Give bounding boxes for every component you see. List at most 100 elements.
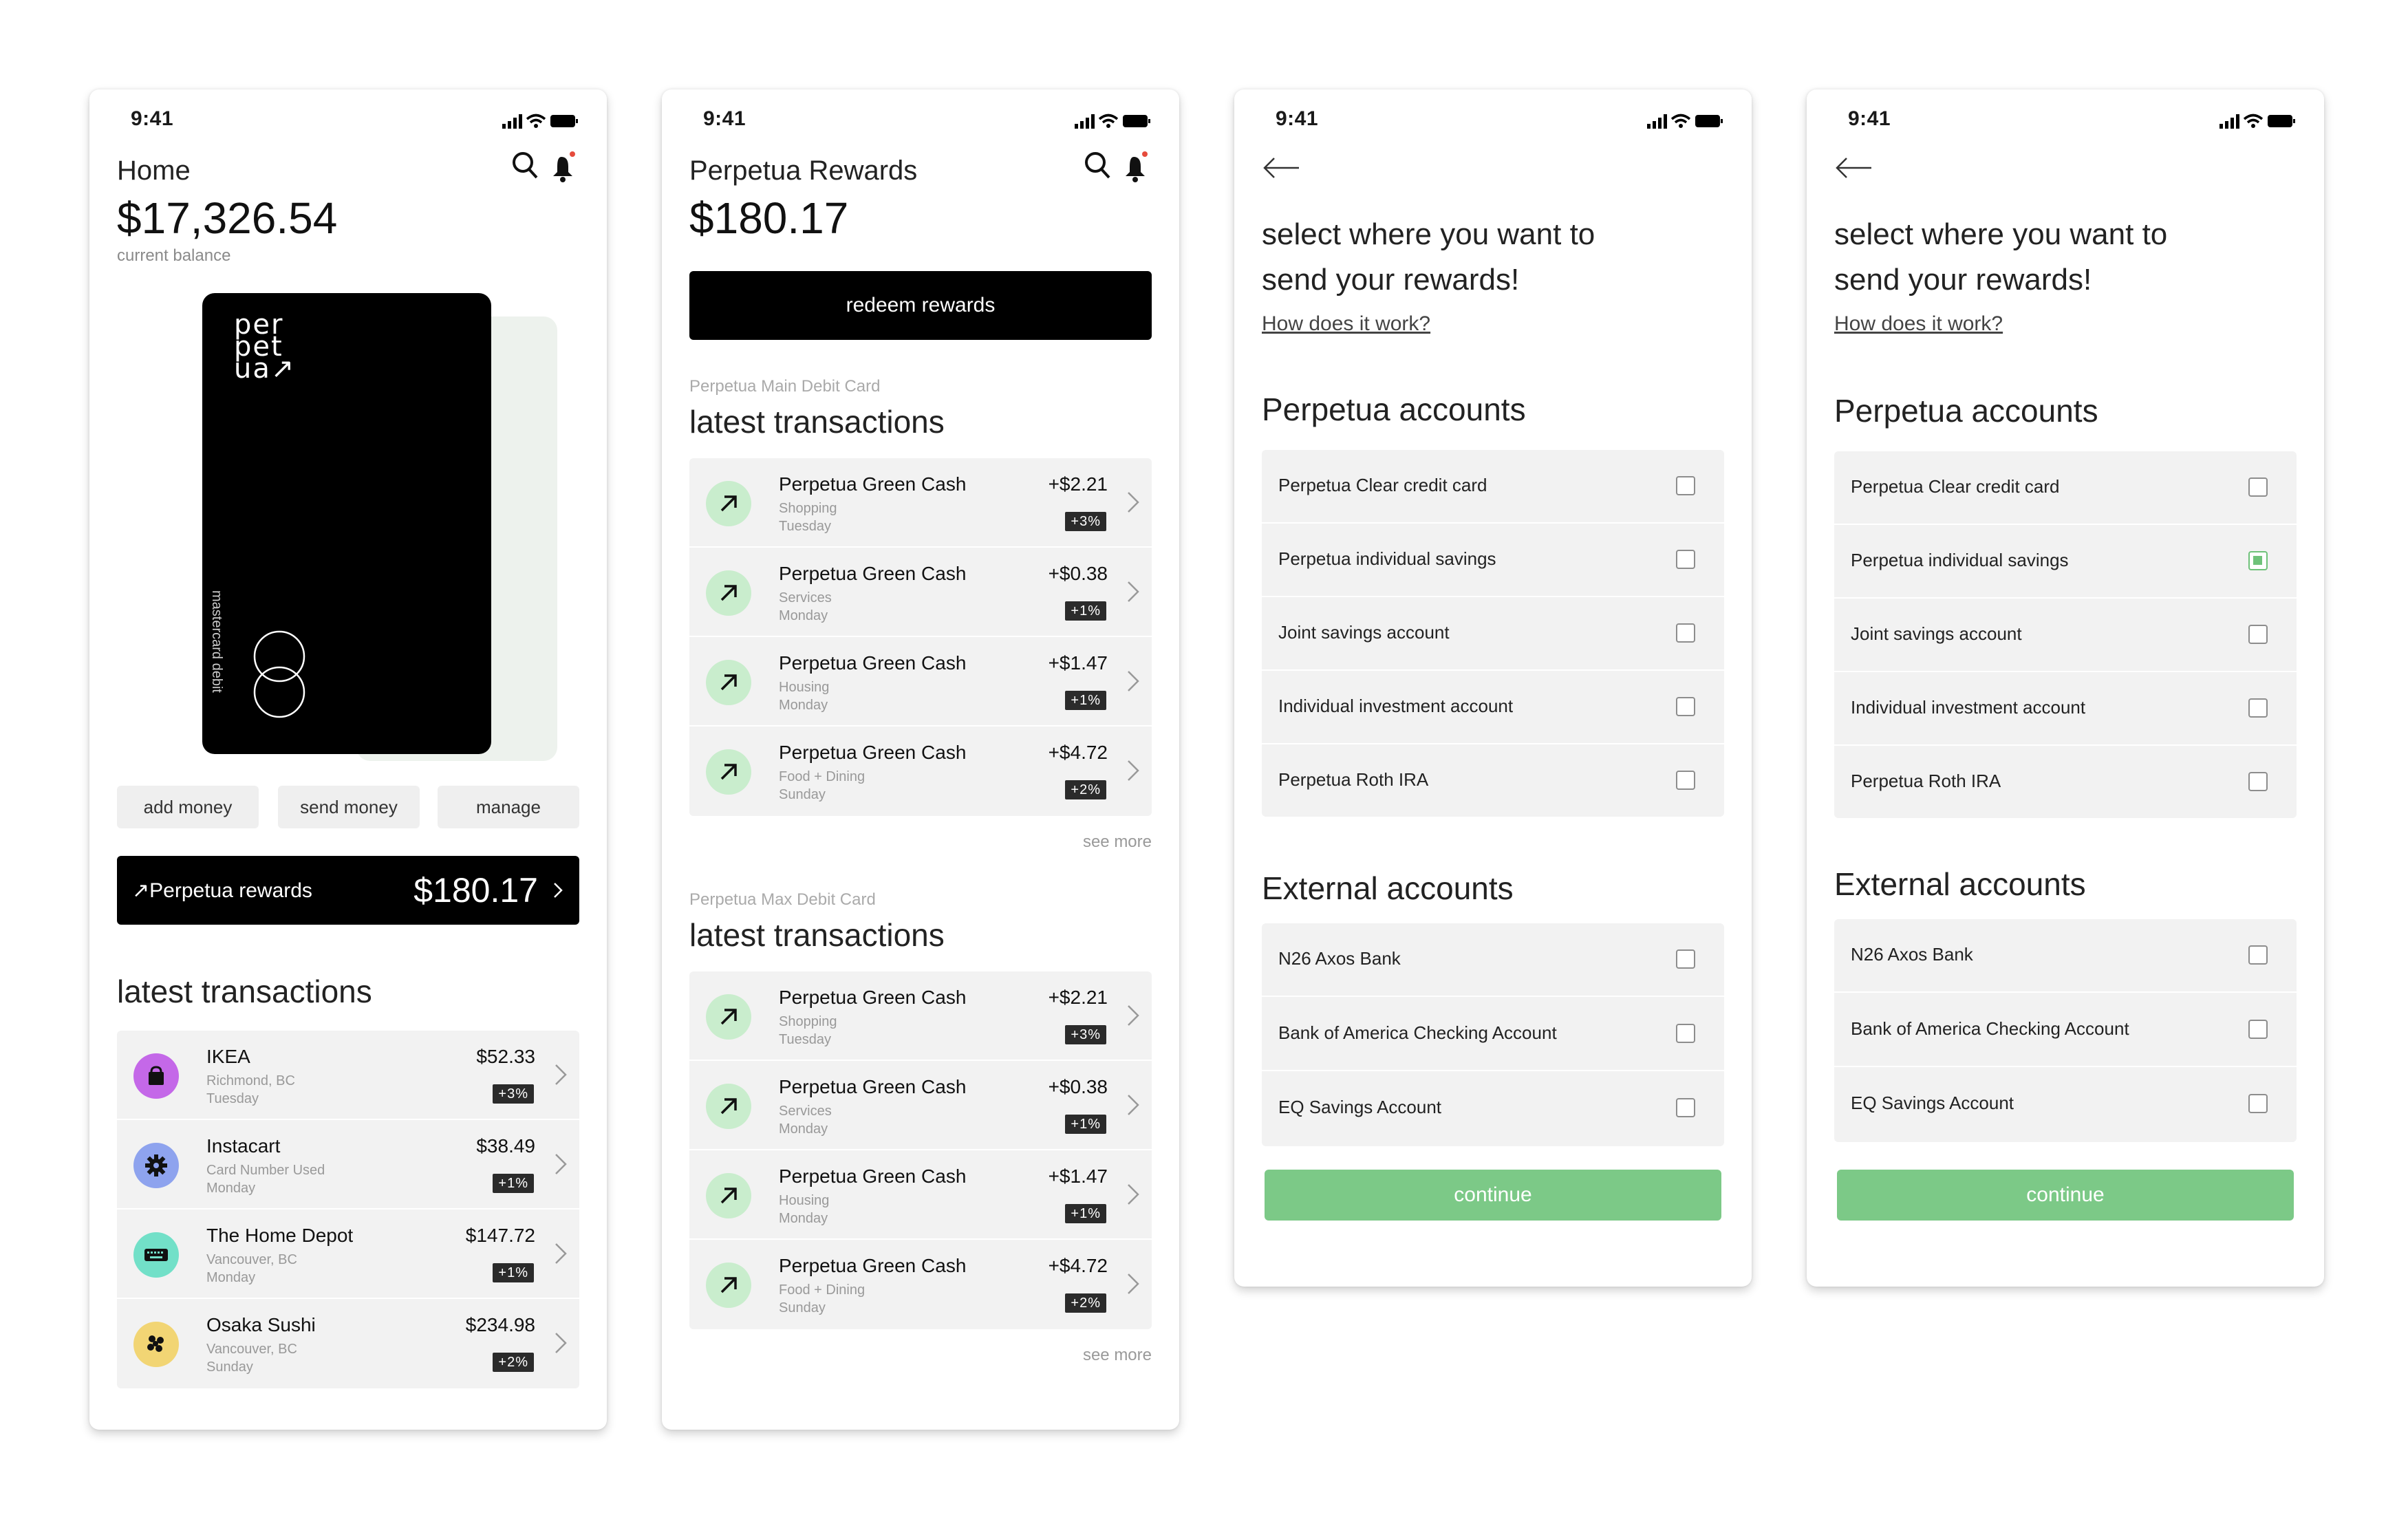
account-checkbox[interactable] [2248,1094,2268,1113]
manage-button[interactable]: manage [438,786,579,828]
transaction-row[interactable]: Osaka Sushi Vancouver, BC Sunday $234.98 … [117,1299,579,1388]
arrow-up-right-icon [706,994,751,1040]
transaction-row[interactable]: Instacart Card Number Used Monday $38.49 … [117,1120,579,1210]
account-label: Perpetua individual savings [1851,550,2069,570]
account-option[interactable]: Perpetua Clear credit card [1834,451,2297,525]
transaction-day: Monday [779,1211,828,1226]
account-option[interactable]: EQ Savings Account [1262,1072,1724,1146]
transaction-amount: +$2.21 [1048,473,1108,495]
transaction-amount: +$0.38 [1048,1076,1108,1097]
how-it-works-link[interactable]: How does it work? [1262,312,1430,336]
see-more-link[interactable]: see more [1083,1346,1152,1365]
transaction-name: Perpetua Green Cash [779,742,967,763]
chevron-right-icon [1128,760,1139,781]
question-line: send your rewards! [1834,263,2092,297]
account-option[interactable]: Individual investment account [1834,672,2297,746]
account-option[interactable]: EQ Savings Account [1834,1068,2297,1141]
reward-transaction-row[interactable]: Perpetua Green Cash Services Monday +$0.3… [689,548,1152,637]
chevron-right-icon [555,1243,567,1264]
account-checkbox[interactable] [2248,945,2268,965]
section-title: latest transactions [689,404,945,440]
account-checkbox-checked[interactable] [2248,551,2268,570]
transaction-category: Shopping [779,501,837,516]
question-line: send your rewards! [1262,263,1520,297]
account-option[interactable]: Joint savings account [1262,597,1724,671]
cashback-badge: +1% [1065,691,1106,710]
transaction-name: Perpetua Green Cash [779,1255,967,1276]
cashback-badge: +3% [493,1084,534,1104]
card-label: Perpetua Main Debit Card [689,377,881,396]
dots-cluster-icon [133,1322,179,1367]
account-checkbox[interactable] [1676,771,1695,790]
perpetua-accounts-list: Perpetua Clear credit card Perpetua indi… [1834,451,2297,818]
send-money-button[interactable]: send money [278,786,420,828]
reward-transaction-row[interactable]: Perpetua Green Cash Shopping Tuesday +$2.… [689,458,1152,548]
transaction-amount: $234.98 [465,1314,535,1335]
account-checkbox[interactable] [1676,1098,1695,1117]
how-it-works-link[interactable]: How does it work? [1834,312,2003,336]
transaction-amount: +$1.47 [1048,652,1108,674]
transaction-amount: +$4.72 [1048,1255,1108,1276]
account-checkbox[interactable] [2248,625,2268,644]
account-option[interactable]: Bank of America Checking Account [1834,993,2297,1067]
home-screen: 9:41 Home $17,326.54 current balance per… [89,89,607,1430]
redeem-rewards-button[interactable]: redeem rewards [689,271,1152,340]
transaction-day: Monday [206,1181,256,1196]
transaction-day: Sunday [206,1360,253,1375]
account-checkbox[interactable] [1676,550,1695,569]
reward-transaction-row[interactable]: Perpetua Green Cash Housing Monday +$1.47… [689,1150,1152,1240]
account-checkbox[interactable] [1676,949,1695,969]
account-option[interactable]: Perpetua individual savings [1262,524,1724,597]
account-option[interactable]: Joint savings account [1834,599,2297,672]
back-arrow-icon[interactable] [1834,154,1873,182]
account-option[interactable]: N26 Axos Bank [1834,919,2297,993]
account-option[interactable]: Individual investment account [1262,671,1724,744]
account-label: Perpetua Roth IRA [1278,769,1429,790]
transaction-details: Food + Dining Sunday [779,1281,865,1317]
chevron-right-icon [1128,1184,1139,1205]
account-checkbox[interactable] [1676,697,1695,716]
card-type-wrap: mastercard debit [209,590,244,721]
account-checkbox[interactable] [1676,1024,1695,1043]
reward-transaction-row[interactable]: Perpetua Green Cash Shopping Tuesday +$2.… [689,971,1152,1061]
select-account-screen-selected: 9:41 select where you want to send your … [1807,89,2324,1287]
transaction-category: Services [779,590,832,605]
arrow-up-right-icon [706,1084,751,1129]
account-option[interactable]: N26 Axos Bank [1262,923,1724,997]
continue-button[interactable]: continue [1265,1170,1721,1221]
reward-transaction-row[interactable]: Perpetua Green Cash Housing Monday +$1.47… [689,637,1152,727]
transaction-name: Osaka Sushi [206,1314,316,1335]
account-option[interactable]: Bank of America Checking Account [1262,998,1724,1071]
account-checkbox[interactable] [1676,623,1695,643]
cashback-badge: +1% [493,1263,534,1282]
account-checkbox[interactable] [2248,1020,2268,1039]
reward-transaction-row[interactable]: Perpetua Green Cash Services Monday +$0.3… [689,1061,1152,1150]
account-option[interactable]: Perpetua individual savings [1834,525,2297,599]
external-accounts-list: N26 Axos Bank Bank of America Checking A… [1262,923,1724,1146]
chevron-right-icon [1128,1095,1139,1115]
arrow-up-right-icon [706,481,751,526]
account-option[interactable]: Perpetua Roth IRA [1262,744,1724,818]
see-more-link[interactable]: see more [1083,832,1152,852]
account-checkbox[interactable] [2248,477,2268,497]
account-option[interactable]: Perpetua Roth IRA [1834,746,2297,819]
transaction-day: Monday [206,1270,256,1285]
account-checkbox[interactable] [1676,476,1695,495]
chevron-right-icon [1128,671,1139,691]
continue-button[interactable]: continue [1837,1170,2294,1221]
transaction-row[interactable]: IKEA Richmond, BC Tuesday $52.33 +3% [117,1031,579,1120]
debit-card[interactable]: per pet ua↗ mastercard debit [202,293,491,754]
rewards-transactions-list: Perpetua Green Cash Shopping Tuesday +$2.… [689,971,1152,1329]
transaction-row[interactable]: The Home Depot Vancouver, BC Monday $147.… [117,1210,579,1299]
account-checkbox[interactable] [2248,772,2268,791]
perpetua-rewards-bar[interactable]: ↗Perpetua rewards $180.17 [117,856,579,925]
rewards-transactions-list: Perpetua Green Cash Shopping Tuesday +$2.… [689,458,1152,816]
reward-transaction-row[interactable]: Perpetua Green Cash Food + Dining Sunday … [689,727,1152,816]
perpetua-accounts-list: Perpetua Clear credit card Perpetua indi… [1262,450,1724,817]
account-option[interactable]: Perpetua Clear credit card [1262,450,1724,524]
add-money-button[interactable]: add money [117,786,259,828]
reward-transaction-row[interactable]: Perpetua Green Cash Food + Dining Sunday … [689,1240,1152,1329]
account-checkbox[interactable] [2248,698,2268,718]
page-title: Perpetua Rewards [689,155,918,186]
back-arrow-icon[interactable] [1262,154,1300,182]
